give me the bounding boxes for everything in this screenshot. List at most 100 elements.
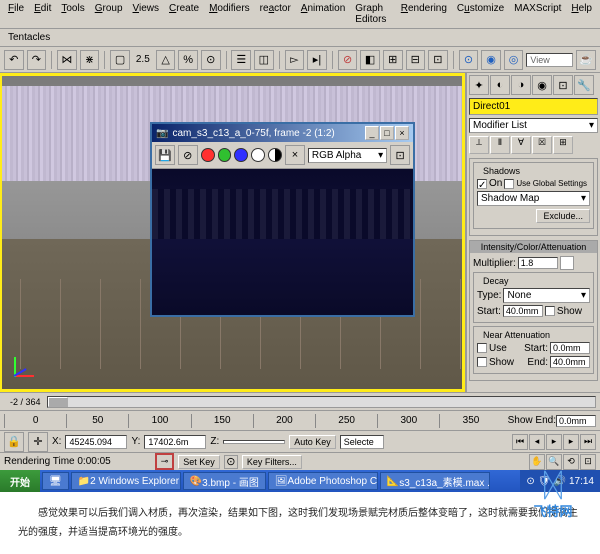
menu-group[interactable]: Group	[91, 2, 127, 26]
near-use-checkbox[interactable]	[477, 343, 487, 353]
lock-icon[interactable]: 🔒	[4, 432, 24, 452]
menu-file[interactable]: File	[4, 2, 28, 26]
render-last-button[interactable]: ◉	[481, 50, 501, 70]
menu-create[interactable]: Create	[165, 2, 203, 26]
x-coord-field[interactable]: 45245.094	[65, 435, 127, 449]
magnet-icon[interactable]: ⊙	[201, 50, 221, 70]
close-button[interactable]: ×	[395, 126, 409, 140]
decay-show-checkbox[interactable]	[545, 306, 555, 316]
pin-stack-button[interactable]: ⟂	[469, 136, 489, 154]
copy-button[interactable]: ⊡	[390, 145, 410, 165]
taskbar-item[interactable]: 📁 2 Windows Explorer	[71, 472, 181, 490]
clone-button[interactable]: ⊘	[178, 145, 198, 165]
key-selector[interactable]: Selecte	[340, 435, 384, 449]
shadows-on-checkbox[interactable]: ✓	[477, 179, 487, 189]
configure-button[interactable]: ⊞	[553, 136, 573, 154]
set-key-label[interactable]: Set Key	[178, 455, 220, 469]
y-coord-field[interactable]: 17402.6m	[144, 435, 206, 449]
show-end-result-button[interactable]: Ⅱ	[490, 136, 510, 154]
curve-editor-button[interactable]: ⊞	[383, 50, 403, 70]
goto-start-button[interactable]: ⏮	[512, 434, 528, 450]
menu-help[interactable]: Help	[567, 2, 596, 26]
menu-views[interactable]: Views	[129, 2, 164, 26]
display-tab-icon[interactable]: ⊡	[553, 75, 573, 95]
menu-graph-editors[interactable]: Graph Editors	[351, 2, 394, 26]
near-start-spinner[interactable]: 0.0mm	[550, 342, 590, 354]
render-titlebar[interactable]: 📷 cam_s3_c13_a_0-75f, frame -2 (1:2) _ □…	[152, 124, 413, 142]
menu-tentacles[interactable]: Tentacles	[4, 31, 54, 44]
menu-rendering[interactable]: Rendering	[397, 2, 451, 26]
green-channel-button[interactable]	[218, 148, 232, 162]
mirror-button[interactable]: ▻	[285, 50, 305, 70]
auto-key-button[interactable]: Auto Key	[289, 435, 336, 449]
taskbar-item[interactable]: 🖼 Adobe Photoshop C...	[268, 472, 378, 490]
far-end-spinner[interactable]: 0.0mm	[556, 415, 596, 427]
mono-channel-button[interactable]	[268, 148, 282, 162]
quick-render-button[interactable]: ◎	[504, 50, 524, 70]
view-selector[interactable]: View	[526, 53, 573, 67]
maximize-button[interactable]: □	[380, 126, 394, 140]
play-button[interactable]: ▸	[546, 434, 562, 450]
next-frame-button[interactable]: ▸	[563, 434, 579, 450]
crosshair-icon[interactable]: ✛	[28, 432, 48, 452]
key-filters-button[interactable]: Key Filters...	[242, 455, 302, 469]
schematic-button[interactable]: ⊟	[406, 50, 426, 70]
near-end-spinner[interactable]: 40.0mm	[550, 356, 590, 368]
save-image-button[interactable]: 💾	[155, 145, 175, 165]
tool-button[interactable]: ◫	[254, 50, 274, 70]
exclude-button[interactable]: Exclude...	[536, 209, 590, 223]
select-button[interactable]: ▢	[110, 50, 130, 70]
decay-start-spinner[interactable]: 40.0mm	[503, 305, 543, 317]
ica-rollout-header[interactable]: Intensity/Color/Attenuation	[470, 241, 597, 253]
angle-snap-button[interactable]: △	[156, 50, 176, 70]
menu-edit[interactable]: Edit	[30, 2, 55, 26]
near-show-checkbox[interactable]	[477, 357, 487, 367]
make-unique-button[interactable]: ∀	[511, 136, 531, 154]
decay-type-select[interactable]: None	[503, 288, 590, 303]
z-coord-field[interactable]	[223, 440, 285, 444]
time-ruler[interactable]: 0 50 100 150 200 250 300 350 Show End: 0…	[0, 410, 600, 430]
modify-tab-icon[interactable]: ◐	[490, 75, 510, 95]
unlink-button[interactable]: ⋇	[80, 50, 100, 70]
start-button[interactable]: 开始	[0, 470, 40, 492]
hierarchy-tab-icon[interactable]: ◑	[511, 75, 531, 95]
blue-channel-button[interactable]	[234, 148, 248, 162]
redo-button[interactable]: ↷	[27, 50, 47, 70]
global-settings-checkbox[interactable]	[504, 179, 514, 189]
menu-maxscript[interactable]: MAXScript	[510, 2, 565, 26]
taskbar-item[interactable]: 📐 s3_c13a_素模.max ...	[380, 472, 490, 490]
red-channel-button[interactable]	[201, 148, 215, 162]
material-editor-button[interactable]: ⊡	[428, 50, 448, 70]
clear-button[interactable]: ×	[285, 145, 305, 165]
menu-animation[interactable]: Animation	[297, 2, 349, 26]
render-scene-button[interactable]: ⊙	[459, 50, 479, 70]
set-key-button[interactable]: ⊸	[155, 453, 175, 470]
menu-reactor[interactable]: reactor	[256, 2, 295, 26]
key-mode-icon[interactable]: ⊙	[224, 455, 238, 469]
channel-select[interactable]: RGB Alpha	[308, 148, 387, 163]
color-swatch[interactable]	[560, 256, 574, 270]
time-slider[interactable]	[47, 396, 596, 408]
quicklaunch-icon[interactable]: 🖥	[42, 472, 69, 490]
taskbar-item[interactable]: 🎨 3.bmp - 画图	[183, 472, 266, 490]
modifier-list-select[interactable]: Modifier List	[469, 118, 598, 133]
align-button[interactable]: ▸|	[307, 50, 327, 70]
multiplier-spinner[interactable]: 1.8	[518, 257, 558, 269]
create-tab-icon[interactable]: ✦	[469, 75, 489, 95]
object-name-field[interactable]: Direct01	[469, 98, 598, 115]
cancel-icon[interactable]: ⊘	[338, 50, 358, 70]
menu-tools[interactable]: Tools	[57, 2, 88, 26]
remove-mod-button[interactable]: ☒	[532, 136, 552, 154]
utilities-tab-icon[interactable]: 🔧	[574, 75, 594, 95]
undo-button[interactable]: ↶	[4, 50, 24, 70]
named-sel-button[interactable]: ☰	[231, 50, 251, 70]
shadow-type-select[interactable]: Shadow Map	[477, 191, 590, 206]
teapot-icon[interactable]: ☕	[576, 50, 596, 70]
motion-tab-icon[interactable]: ◉	[532, 75, 552, 95]
link-button[interactable]: ⋈	[57, 50, 77, 70]
alpha-channel-button[interactable]	[251, 148, 265, 162]
layer-icon[interactable]: ◧	[360, 50, 380, 70]
prev-frame-button[interactable]: ◂	[529, 434, 545, 450]
minimize-button[interactable]: _	[365, 126, 379, 140]
menu-customize[interactable]: Customize	[453, 2, 508, 26]
